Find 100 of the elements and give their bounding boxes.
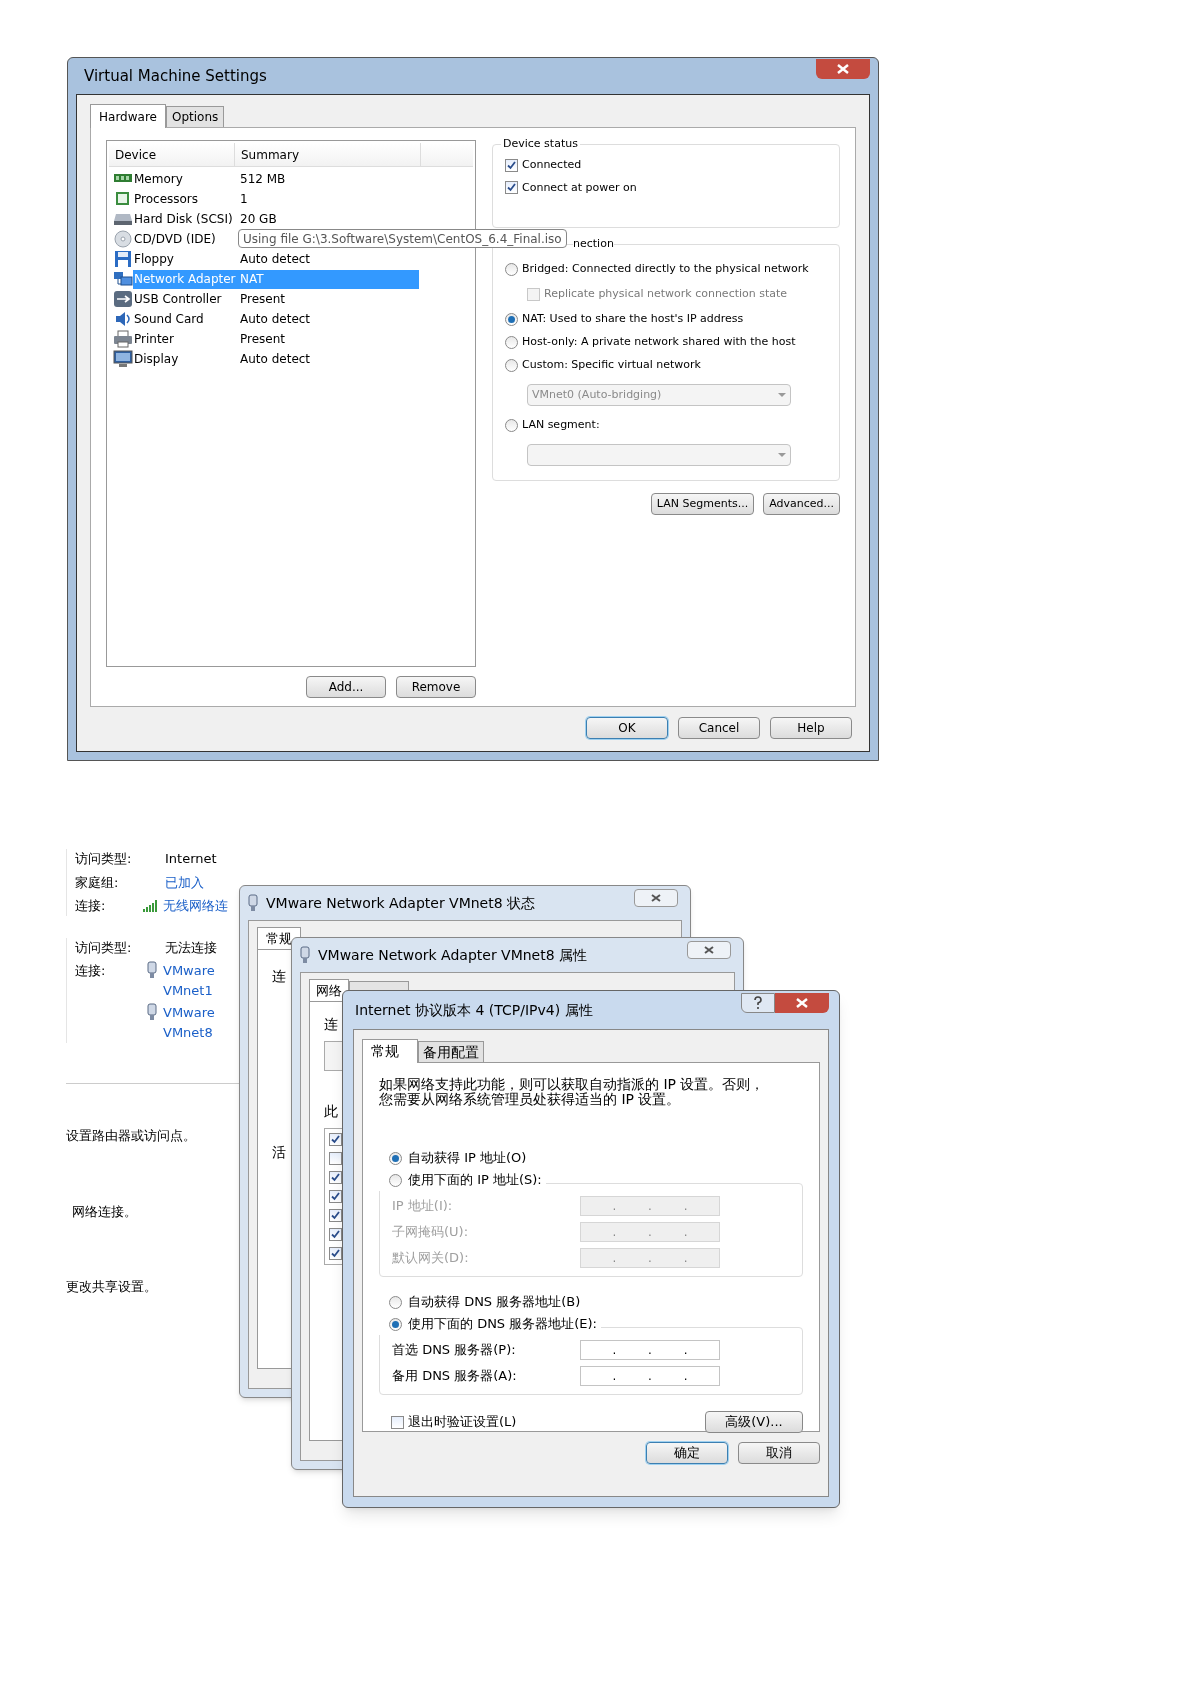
- device-row[interactable]: Floppy Auto detect: [133, 249, 419, 269]
- label-text: 连: [272, 967, 286, 986]
- label-text: 此: [324, 1102, 338, 1121]
- checkbox[interactable]: [329, 1209, 342, 1222]
- close-button[interactable]: [816, 59, 870, 79]
- checkbox[interactable]: [505, 158, 518, 172]
- advanced-settings-button[interactable]: 高级(V)...: [705, 1411, 803, 1433]
- tab[interactable]: 常规: [362, 1039, 418, 1063]
- checkbox[interactable]: [391, 1415, 404, 1429]
- field-label: 家庭组:: [75, 873, 120, 892]
- dialog-button[interactable]: OK: [586, 717, 668, 739]
- close-icon: [837, 64, 849, 74]
- device-name: Hard Disk (SCSI): [133, 211, 234, 228]
- help-icon: [753, 996, 763, 1010]
- radio-button[interactable]: [389, 1173, 402, 1187]
- device-row[interactable]: USB Controller Present: [133, 289, 419, 309]
- dialog-button[interactable]: Add...: [306, 676, 386, 698]
- tab[interactable]: 网络: [309, 979, 349, 1001]
- device-row[interactable]: Sound Card Auto detect: [133, 309, 419, 329]
- dialog-button[interactable]: Remove: [396, 676, 476, 698]
- dropdown-value: VMnet0 (Auto-bridging): [532, 386, 662, 403]
- dialog-button[interactable]: 确定: [646, 1442, 728, 1464]
- field-label: 访问类型:: [75, 850, 133, 868]
- device-name: Sound Card: [133, 311, 205, 328]
- device-name: Printer: [133, 331, 175, 348]
- close-button[interactable]: [775, 993, 829, 1013]
- radio-label: Custom: Specific virtual network: [522, 356, 701, 373]
- adapter-link[interactable]: VMware: [163, 1003, 215, 1023]
- speaker-icon: [113, 310, 133, 328]
- adapter-link[interactable]: VMnet1: [163, 981, 215, 1001]
- radio-label: 使用下面的 DNS 服务器地址(E):: [408, 1315, 597, 1334]
- adapter-link[interactable]: VMware: [163, 961, 215, 981]
- device-name: Processors: [133, 191, 200, 208]
- device-summary: Auto detect: [239, 351, 311, 368]
- close-icon: [704, 946, 714, 954]
- hint-text: 设置路由器或访问点。: [66, 1127, 197, 1145]
- column-header[interactable]: Device: [109, 143, 235, 166]
- window-title: Virtual Machine Settings: [84, 65, 267, 87]
- radio-button[interactable]: [505, 312, 518, 326]
- dialog-button[interactable]: Advanced...: [763, 493, 840, 515]
- tab[interactable]: Options: [165, 106, 225, 127]
- column-header[interactable]: Summary: [235, 143, 421, 166]
- connection-link[interactable]: 无线网络连: [163, 896, 228, 916]
- radio-label: Host-only: A private network shared with the host: [522, 333, 796, 350]
- radio-button[interactable]: [505, 335, 518, 349]
- dialog-button[interactable]: Cancel: [678, 717, 760, 739]
- radio-button[interactable]: [505, 418, 518, 432]
- device-summary: Auto detect: [239, 251, 311, 268]
- checkbox[interactable]: [329, 1190, 342, 1203]
- checkbox[interactable]: [329, 1171, 342, 1184]
- caret-icon: [778, 453, 786, 457]
- field-label: 连接:: [75, 962, 107, 980]
- device-row[interactable]: Printer Present: [133, 329, 419, 349]
- close-icon: [651, 894, 661, 902]
- device-summary: NAT: [239, 271, 264, 288]
- device-row[interactable]: Hard Disk (SCSI) 20 GB: [133, 209, 419, 229]
- radio-button[interactable]: [389, 1295, 402, 1309]
- close-button[interactable]: [634, 889, 678, 907]
- checkbox[interactable]: [329, 1228, 342, 1241]
- radio-button[interactable]: [505, 358, 518, 372]
- close-button[interactable]: [687, 941, 731, 959]
- device-row[interactable]: Processors 1: [133, 189, 419, 209]
- adapter-link[interactable]: VMnet8: [163, 1023, 215, 1043]
- checkbox[interactable]: [329, 1133, 342, 1146]
- adapter-icon: [147, 961, 157, 979]
- window-title: Internet 协议版本 4 (TCP/IPv4) 属性: [355, 1000, 593, 1020]
- field-label: 连接:: [75, 897, 107, 915]
- field-label: 子网掩码(U):: [392, 1223, 469, 1242]
- adapter-icon: [147, 1003, 157, 1021]
- checkbox[interactable]: [329, 1152, 342, 1165]
- tab[interactable]: 常规: [257, 927, 301, 949]
- homegroup-link[interactable]: 已加入: [165, 872, 204, 892]
- checkbox-label: Replicate physical network connection state: [544, 285, 788, 302]
- device-name: Memory: [133, 171, 184, 188]
- ip-address-field[interactable]: . . .: [580, 1340, 720, 1360]
- field-label: 首选 DNS 服务器(P):: [392, 1341, 516, 1360]
- radio-button[interactable]: [389, 1151, 402, 1165]
- device-name: Floppy: [133, 251, 175, 268]
- checkbox[interactable]: [505, 181, 518, 195]
- window-title: VMware Network Adapter VMnet8 状态: [266, 893, 536, 913]
- window-title: VMware Network Adapter VMnet8 属性: [318, 945, 588, 965]
- help-button[interactable]: [741, 993, 775, 1013]
- radio-button[interactable]: [389, 1317, 402, 1331]
- dialog-button[interactable]: 取消: [738, 1442, 820, 1464]
- device-summary: 1: [239, 191, 248, 208]
- device-row[interactable]: Display Auto detect: [133, 349, 419, 369]
- device-row[interactable]: Memory 512 MB: [133, 169, 419, 189]
- radio-button[interactable]: [505, 262, 518, 276]
- checkbox[interactable]: [329, 1247, 342, 1260]
- tab[interactable]: Hardware: [90, 104, 166, 128]
- field-value: Internet: [165, 850, 217, 868]
- dialog-button[interactable]: LAN Segments...: [650, 493, 755, 515]
- radio-label: Bridged: Connected directly to the physical network: [522, 260, 809, 277]
- field-label: 访问类型:: [75, 938, 133, 957]
- device-summary: Auto detect: [239, 311, 311, 328]
- dialog-button[interactable]: Help: [770, 717, 852, 739]
- disc-icon: [113, 230, 133, 248]
- device-name: USB Controller: [133, 291, 223, 308]
- tab[interactable]: 备用配置: [418, 1041, 484, 1062]
- ip-address-field[interactable]: . . .: [580, 1366, 720, 1386]
